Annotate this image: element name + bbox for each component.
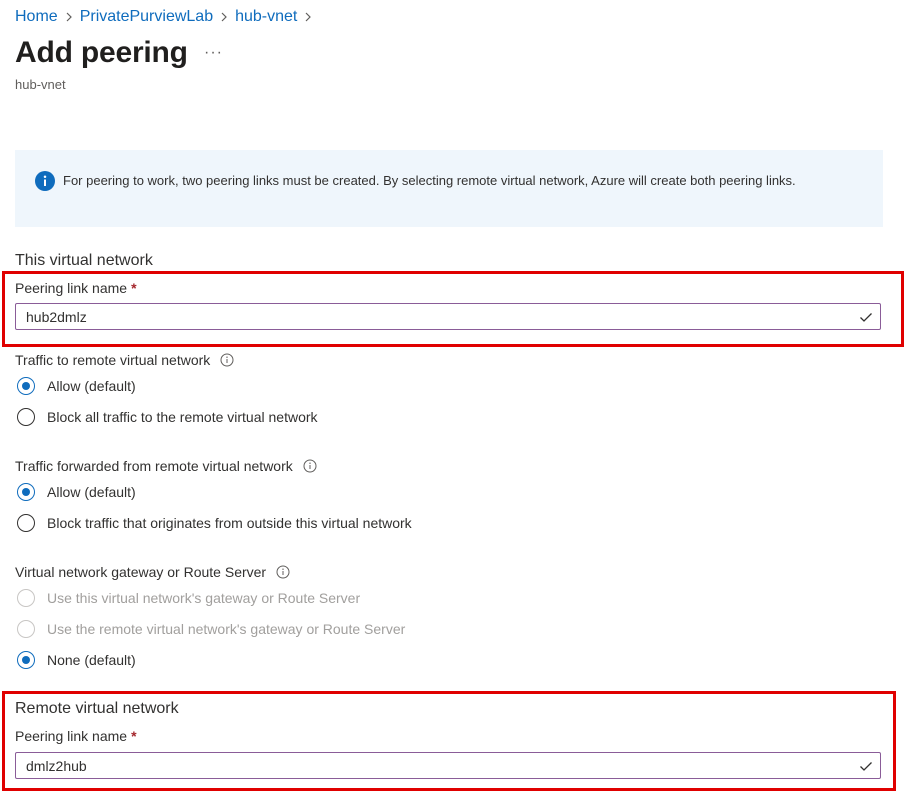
- remote-vnet-section-title: Remote virtual network: [15, 700, 179, 717]
- checkmark-icon: [860, 312, 872, 322]
- info-tooltip-icon[interactable]: [220, 353, 234, 367]
- traffic-to-remote-label-row: Traffic to remote virtual network: [15, 352, 234, 368]
- breadcrumb-hub-vnet-link[interactable]: hub-vnet: [235, 8, 297, 26]
- info-icon: [35, 171, 55, 191]
- remote-vnet-peering-label: Peering link name *: [15, 728, 137, 744]
- radio-traffic-forwarded-allow[interactable]: Allow (default): [17, 483, 136, 501]
- radio-unselected-icon: [17, 514, 35, 532]
- this-vnet-peering-label: Peering link name *: [15, 280, 137, 296]
- required-asterisk: *: [131, 280, 137, 296]
- radio-gateway-this-vnet: Use this virtual network's gateway or Ro…: [17, 589, 360, 607]
- radio-label: Allow (default): [47, 484, 136, 500]
- radio-unselected-icon: [17, 408, 35, 426]
- traffic-to-remote-label: Traffic to remote virtual network: [15, 352, 211, 368]
- radio-label: Block traffic that originates from outsi…: [47, 515, 412, 531]
- page-subtitle: hub-vnet: [15, 77, 66, 92]
- radio-selected-icon: [17, 377, 35, 395]
- this-vnet-section-title: This virtual network: [15, 252, 153, 269]
- info-tooltip-icon[interactable]: [303, 459, 317, 473]
- radio-selected-icon: [17, 651, 35, 669]
- radio-selected-icon: [17, 483, 35, 501]
- radio-label: Block all traffic to the remote virtual …: [47, 409, 318, 425]
- radio-traffic-to-remote-allow[interactable]: Allow (default): [17, 377, 136, 395]
- peering-link-name-label: Peering link name: [15, 280, 128, 296]
- chevron-right-icon: [58, 7, 80, 27]
- radio-label: Use the remote virtual network's gateway…: [47, 621, 406, 637]
- info-banner-text: For peering to work, two peering links m…: [63, 173, 796, 188]
- peering-link-name-label: Peering link name: [15, 728, 128, 744]
- breadcrumb-privatepurviewlab-link[interactable]: PrivatePurviewLab: [80, 8, 213, 26]
- gateway-label: Virtual network gateway or Route Server: [15, 564, 267, 580]
- checkmark-icon: [860, 761, 872, 771]
- traffic-forwarded-label: Traffic forwarded from remote virtual ne…: [15, 458, 293, 474]
- required-asterisk: *: [131, 728, 137, 744]
- remote-vnet-peering-input-wrapper: [15, 752, 881, 779]
- chevron-right-icon: [297, 7, 319, 27]
- this-vnet-peering-input-wrapper: [15, 303, 881, 330]
- radio-disabled-icon: [17, 620, 35, 638]
- this-vnet-peering-link-name-input[interactable]: [16, 304, 858, 329]
- radio-label: Allow (default): [47, 378, 136, 394]
- more-options-icon[interactable]: ···: [204, 44, 223, 62]
- breadcrumb: Home PrivatePurviewLab hub-vnet: [15, 7, 319, 27]
- radio-gateway-remote-vnet: Use the remote virtual network's gateway…: [17, 620, 405, 638]
- page-title: Add peering: [15, 36, 188, 69]
- info-tooltip-icon[interactable]: [276, 565, 290, 579]
- gateway-label-row: Virtual network gateway or Route Server: [15, 564, 290, 580]
- radio-label: Use this virtual network's gateway or Ro…: [47, 590, 361, 606]
- radio-label: None (default): [47, 652, 136, 668]
- traffic-forwarded-label-row: Traffic forwarded from remote virtual ne…: [15, 458, 317, 474]
- breadcrumb-home-link[interactable]: Home: [15, 8, 58, 26]
- radio-gateway-none[interactable]: None (default): [17, 651, 136, 669]
- chevron-right-icon: [213, 7, 235, 27]
- info-banner: For peering to work, two peering links m…: [15, 150, 883, 227]
- radio-traffic-to-remote-block[interactable]: Block all traffic to the remote virtual …: [17, 408, 318, 426]
- remote-vnet-peering-link-name-input[interactable]: [16, 753, 858, 778]
- radio-traffic-forwarded-block[interactable]: Block traffic that originates from outsi…: [17, 514, 412, 532]
- radio-disabled-icon: [17, 589, 35, 607]
